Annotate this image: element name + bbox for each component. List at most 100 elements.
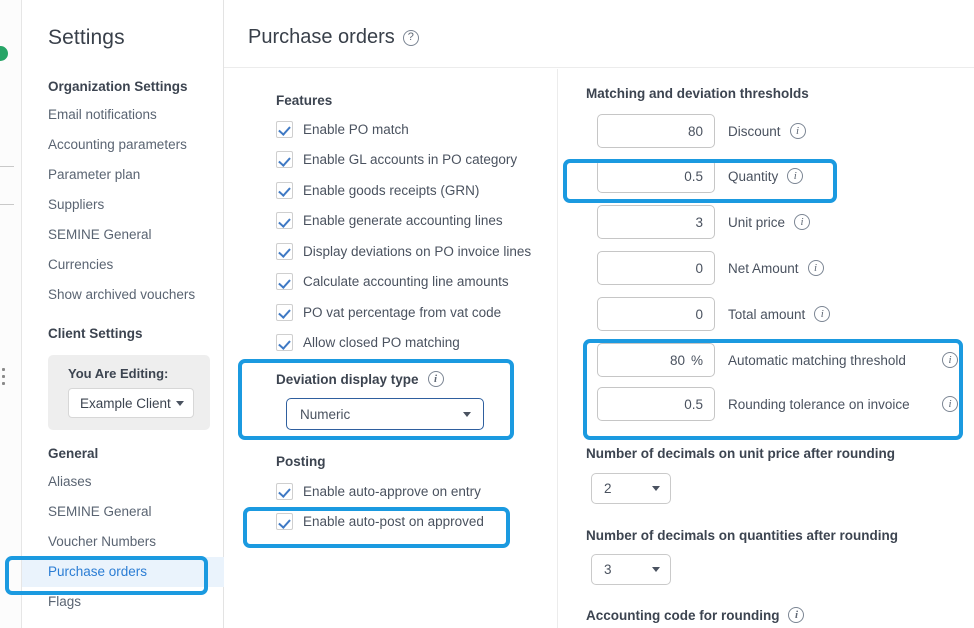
thresholds-section-title: Matching and deviation thresholds bbox=[586, 86, 809, 101]
decimals-unit-price-select[interactable]: 2 bbox=[591, 473, 671, 504]
feature-label: Allow closed PO matching bbox=[303, 335, 460, 350]
feature-row-enable-goods-receipts[interactable]: Enable goods receipts (GRN) bbox=[276, 175, 531, 206]
quantity-input[interactable]: 0.5 bbox=[597, 159, 715, 193]
discount-value: 80 bbox=[688, 124, 703, 139]
sidebar-item-email-notifications[interactable]: Email notifications bbox=[22, 100, 224, 130]
sidebar-item-semine-general-org[interactable]: SEMINE General bbox=[22, 220, 224, 250]
checkbox-po-vat-percentage[interactable] bbox=[276, 304, 293, 321]
rail-divider bbox=[0, 166, 14, 167]
rounding-tolerance-label-text: Rounding tolerance on invoice bbox=[728, 397, 910, 412]
feature-row-display-deviations[interactable]: Display deviations on PO invoice lines bbox=[276, 236, 531, 267]
feature-row-enable-gl-accounts[interactable]: Enable GL accounts in PO category bbox=[276, 145, 531, 176]
total-amount-input[interactable]: 0 bbox=[597, 297, 715, 331]
feature-row-po-vat-percentage[interactable]: PO vat percentage from vat code bbox=[276, 297, 531, 328]
info-circle-icon[interactable]: i bbox=[790, 123, 806, 139]
sidebar-item-suppliers[interactable]: Suppliers bbox=[22, 190, 224, 220]
checkbox-enable-auto-approve-on-entry[interactable] bbox=[276, 483, 293, 500]
sidebar-item-parameter-plan[interactable]: Parameter plan bbox=[22, 160, 224, 190]
rounding-tolerance-label: Rounding tolerance on invoice i bbox=[728, 396, 958, 412]
feature-label: Calculate accounting line amounts bbox=[303, 274, 509, 289]
accounting-code-label: Accounting code for rounding i bbox=[586, 607, 804, 623]
info-circle-icon[interactable]: i bbox=[788, 607, 804, 623]
chevron-down-icon bbox=[463, 412, 471, 417]
sidebar-item-show-archived-vouchers[interactable]: Show archived vouchers bbox=[22, 280, 224, 310]
quantity-label: Quantity i bbox=[728, 168, 803, 184]
posting-label: Enable auto-approve on entry bbox=[303, 484, 481, 499]
deviation-display-type-label: Deviation display type i bbox=[276, 371, 444, 387]
nav-group-organization: Organization Settings bbox=[22, 70, 224, 100]
rounding-tolerance-input[interactable]: 0.5 bbox=[597, 387, 715, 421]
client-editing-label: You Are Editing: bbox=[60, 366, 198, 381]
threshold-row-automatic-matching: 80 % Automatic matching threshold i bbox=[597, 343, 958, 377]
automatic-matching-threshold-label: Automatic matching threshold i bbox=[728, 352, 958, 368]
sidebar-item-accounting-parameters[interactable]: Accounting parameters bbox=[22, 130, 224, 160]
checkbox-display-deviations[interactable] bbox=[276, 243, 293, 260]
green-status-dot bbox=[0, 46, 8, 61]
feature-row-calculate-accounting-line-amounts[interactable]: Calculate accounting line amounts bbox=[276, 267, 531, 298]
info-circle-icon[interactable]: i bbox=[942, 396, 958, 412]
threshold-row-rounding-tolerance: 0.5 Rounding tolerance on invoice i bbox=[597, 387, 958, 421]
sidebar-item-voucher-numbers[interactable]: Voucher Numbers bbox=[22, 527, 224, 557]
sidebar-item-semine-general[interactable]: SEMINE General bbox=[22, 497, 224, 527]
settings-sidebar: Settings Organization Settings Email not… bbox=[22, 0, 224, 628]
threshold-row-unit-price: 3 Unit price i bbox=[597, 205, 810, 239]
feature-row-enable-generate-accounting-lines[interactable]: Enable generate accounting lines bbox=[276, 206, 531, 237]
nav-group-general: General bbox=[22, 434, 224, 467]
client-select-value: Example Client bbox=[80, 396, 171, 411]
feature-label: Display deviations on PO invoice lines bbox=[303, 244, 531, 259]
sidebar-title: Settings bbox=[48, 26, 125, 50]
automatic-matching-threshold-input[interactable]: 80 % bbox=[597, 343, 715, 377]
main-content: Purchase orders ? Features Enable PO mat… bbox=[224, 0, 974, 628]
checkbox-enable-gl-accounts[interactable] bbox=[276, 151, 293, 168]
nav-group-client: Client Settings bbox=[22, 310, 224, 347]
quantity-value: 0.5 bbox=[684, 169, 703, 184]
feature-label: Enable generate accounting lines bbox=[303, 213, 503, 228]
posting-row-enable-auto-post[interactable]: Enable auto-post on approved bbox=[276, 507, 484, 538]
threshold-row-discount: 80 Discount i bbox=[597, 114, 806, 148]
rounding-tolerance-value: 0.5 bbox=[684, 397, 703, 412]
features-section-title: Features bbox=[276, 93, 332, 108]
feature-label: PO vat percentage from vat code bbox=[303, 305, 501, 320]
info-circle-icon[interactable]: i bbox=[794, 214, 810, 230]
total-amount-label: Total amount i bbox=[728, 306, 830, 322]
discount-input[interactable]: 80 bbox=[597, 114, 715, 148]
feature-label: Enable GL accounts in PO category bbox=[303, 152, 517, 167]
client-selector-box: You Are Editing: Example Client bbox=[48, 355, 210, 430]
question-circle-icon[interactable]: ? bbox=[403, 30, 419, 46]
decimals-unit-price-value: 2 bbox=[604, 481, 612, 496]
sidebar-item-aliases[interactable]: Aliases bbox=[22, 467, 224, 497]
sidebar-item-currencies[interactable]: Currencies bbox=[22, 250, 224, 280]
unit-price-label: Unit price i bbox=[728, 214, 810, 230]
feature-row-enable-po-match[interactable]: Enable PO match bbox=[276, 114, 531, 145]
checkbox-enable-po-match[interactable] bbox=[276, 121, 293, 138]
automatic-matching-threshold-label-text: Automatic matching threshold bbox=[728, 353, 906, 368]
client-select[interactable]: Example Client bbox=[68, 388, 194, 418]
info-circle-icon[interactable]: i bbox=[814, 306, 830, 322]
deviation-display-type-value: Numeric bbox=[300, 407, 350, 422]
info-circle-icon[interactable]: i bbox=[428, 371, 444, 387]
more-options-icon[interactable] bbox=[2, 368, 5, 389]
checkbox-enable-goods-receipts[interactable] bbox=[276, 182, 293, 199]
checkbox-allow-closed-po-matching[interactable] bbox=[276, 334, 293, 351]
quantity-label-text: Quantity bbox=[728, 169, 778, 184]
deviation-display-type-select[interactable]: Numeric bbox=[286, 398, 484, 430]
checkbox-calculate-accounting-line-amounts[interactable] bbox=[276, 273, 293, 290]
features-list: Enable PO match Enable GL accounts in PO… bbox=[276, 114, 531, 358]
posting-section-title: Posting bbox=[276, 454, 326, 469]
sidebar-item-purchase-orders[interactable]: Purchase orders bbox=[22, 557, 224, 587]
info-circle-icon[interactable]: i bbox=[942, 352, 958, 368]
total-amount-label-text: Total amount bbox=[728, 307, 805, 322]
info-circle-icon[interactable]: i bbox=[787, 168, 803, 184]
percent-suffix: % bbox=[691, 353, 703, 368]
unit-price-input[interactable]: 3 bbox=[597, 205, 715, 239]
net-amount-input[interactable]: 0 bbox=[597, 251, 715, 285]
checkbox-enable-generate-accounting-lines[interactable] bbox=[276, 212, 293, 229]
chevron-down-icon bbox=[652, 486, 660, 491]
feature-row-allow-closed-po-matching[interactable]: Allow closed PO matching bbox=[276, 328, 531, 359]
decimals-quantities-select[interactable]: 3 bbox=[591, 554, 671, 585]
checkbox-enable-auto-post-on-approved[interactable] bbox=[276, 513, 293, 530]
info-circle-icon[interactable]: i bbox=[808, 260, 824, 276]
posting-row-enable-auto-approve[interactable]: Enable auto-approve on entry bbox=[276, 476, 484, 507]
sidebar-item-flags[interactable]: Flags bbox=[22, 587, 224, 617]
threshold-row-total-amount: 0 Total amount i bbox=[597, 297, 830, 331]
